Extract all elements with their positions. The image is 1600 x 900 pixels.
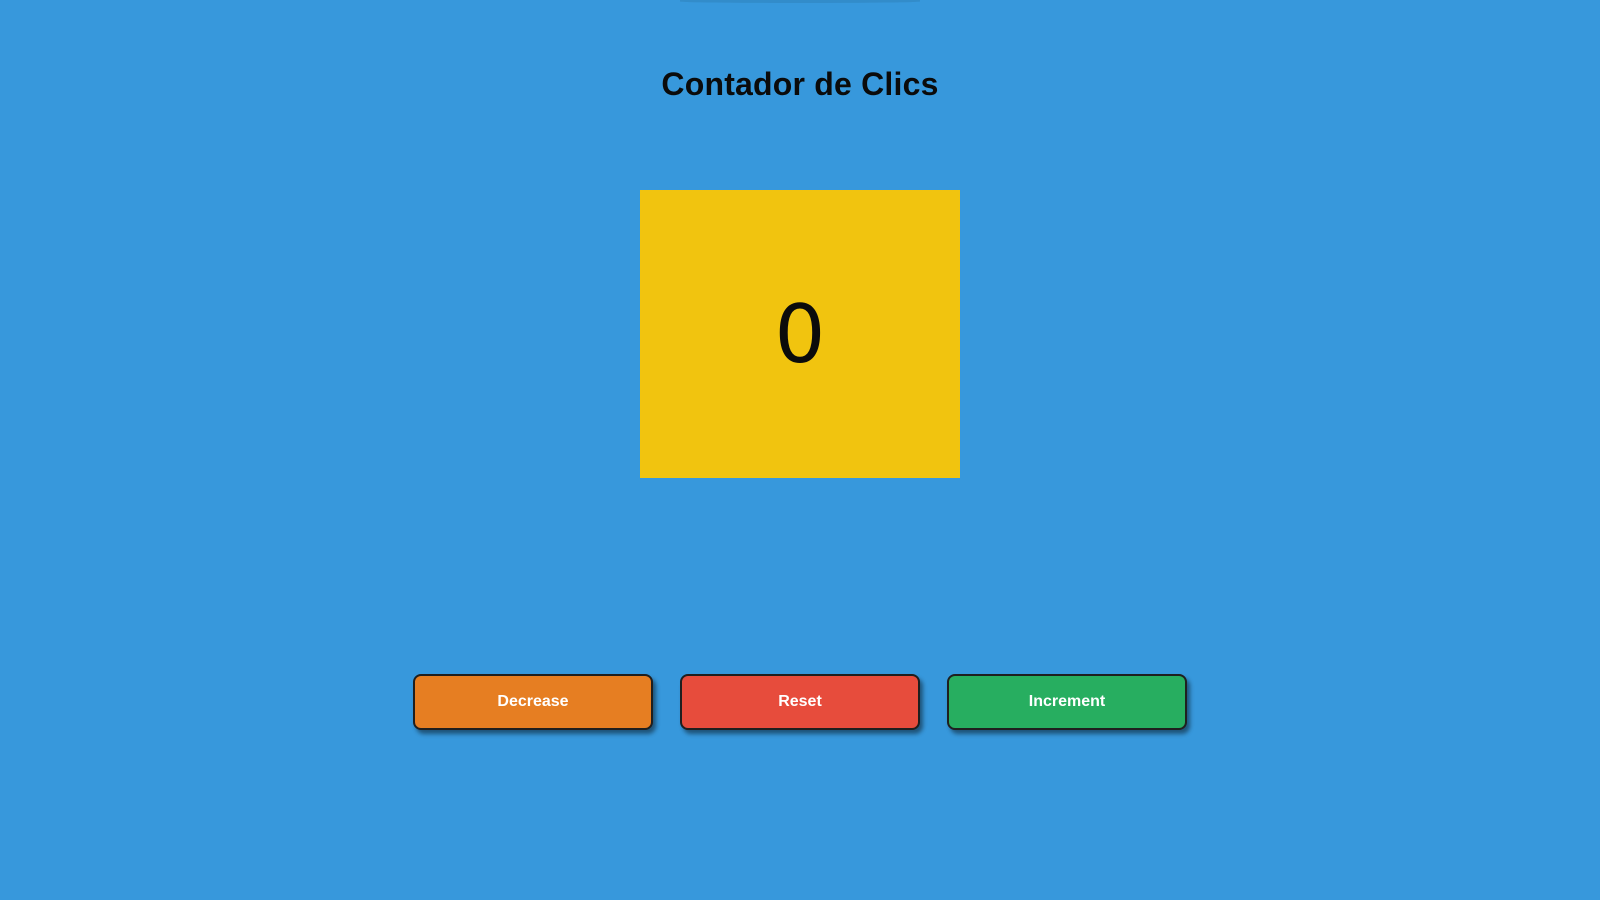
reset-button[interactable]: Reset: [680, 674, 920, 730]
counter-value: 0: [774, 288, 826, 381]
top-edge-shadow: [680, 0, 920, 3]
increment-button[interactable]: Increment: [947, 674, 1187, 730]
counter-display: 0: [640, 190, 960, 478]
page-title: Contador de Clics: [661, 66, 939, 102]
decrease-button[interactable]: Decrease: [413, 674, 653, 730]
button-row: Decrease Reset Increment: [0, 674, 1600, 730]
